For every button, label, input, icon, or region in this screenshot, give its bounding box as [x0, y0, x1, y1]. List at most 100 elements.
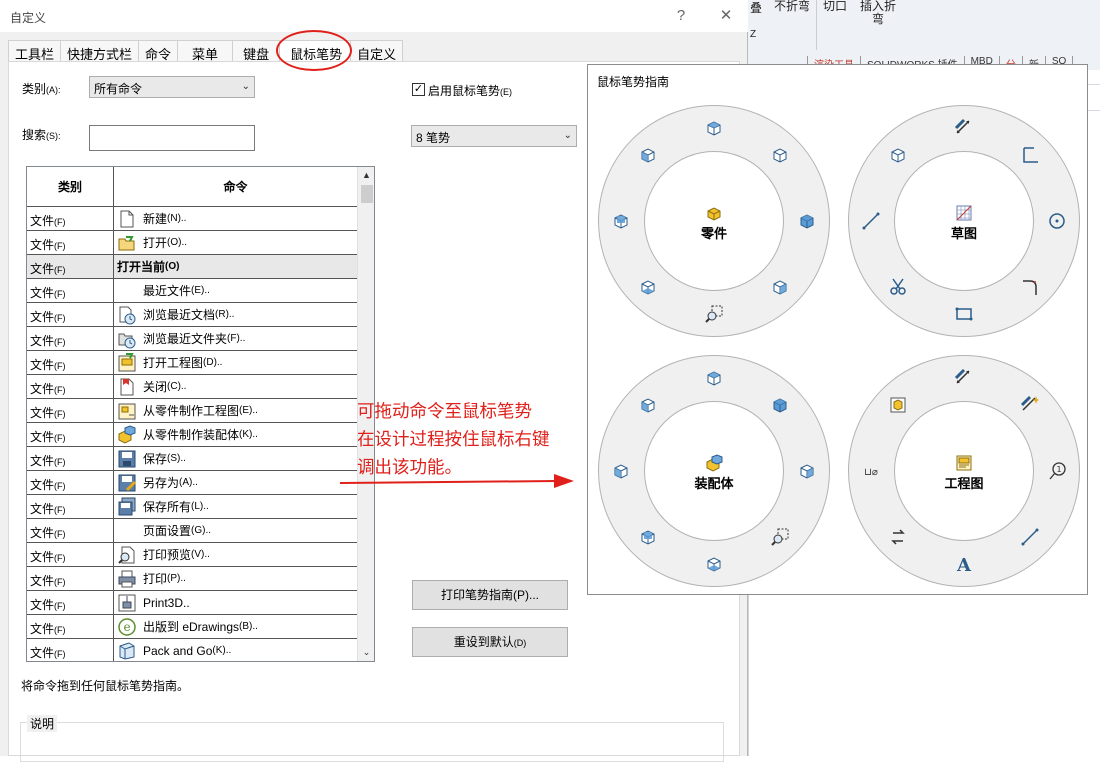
zoom-to-area-icon[interactable]	[704, 304, 724, 324]
command-cell[interactable]: Print3D..	[114, 591, 356, 614]
front-view-icon[interactable]	[638, 395, 658, 415]
table-row[interactable]: 文件(F) 页面设置 (G)..	[27, 519, 357, 543]
command-cell[interactable]: 保存所有 (L)..	[114, 495, 356, 518]
table-row[interactable]: 文件(F) 打开当前 (O)	[27, 255, 357, 279]
command-cell[interactable]: 浏览最近文档 (R)..	[114, 303, 356, 326]
tab-customization[interactable]: 自定义	[350, 40, 404, 62]
table-row[interactable]: 文件(F) 从零件制作工程图 (E)..	[27, 399, 357, 423]
tab-shortcut-bars[interactable]: 快捷方式栏	[60, 40, 140, 62]
print-gesture-guide-button[interactable]: 打印笔势指南(P)...	[412, 580, 568, 610]
command-cell[interactable]: 关闭 (C)..	[114, 375, 356, 398]
table-row[interactable]: 文件(F) 浏览最近文件夹 (F)..	[27, 327, 357, 351]
table-row[interactable]: 文件(F) 新建 (N)..	[27, 207, 357, 231]
table-row[interactable]: 文件(F) 从零件制作装配体 (K)..	[27, 423, 357, 447]
command-cell[interactable]: 最近文件 (E)..	[114, 279, 356, 302]
zoom-to-area-icon[interactable]	[770, 527, 790, 547]
rectangle-icon[interactable]	[954, 304, 974, 324]
table-row[interactable]: 文件(F) 打印 (P)..	[27, 567, 357, 591]
tab-menus[interactable]: 菜单	[177, 40, 234, 62]
left-view-icon[interactable]	[611, 461, 631, 481]
gesture-count-select[interactable]: 8 笔势 ⌄	[411, 125, 577, 147]
auto-dimension-icon[interactable]	[1020, 395, 1040, 415]
command-cell[interactable]: 打印预览 (V)..	[114, 543, 356, 566]
search-input[interactable]	[89, 125, 255, 151]
table-row[interactable]: 文件(F) 浏览最近文档 (R)..	[27, 303, 357, 327]
commands-table[interactable]: 类别 命令 文件(F) 新建 (N).. 文件(F) 打开 (O).. 文件(F) 打开当前(…	[26, 166, 375, 662]
line-icon[interactable]	[1020, 527, 1040, 547]
bottom-view-icon[interactable]	[704, 554, 724, 574]
table-row[interactable]: 文件(F) Pack and Go (K)..	[27, 639, 357, 661]
rip-button[interactable]: 切口	[820, 0, 850, 13]
table-row[interactable]: 文件(F) 关闭 (C)..	[27, 375, 357, 399]
table-row[interactable]: 文件(F) 打开工程图 (D)..	[27, 351, 357, 375]
rotate-view-icon[interactable]	[888, 527, 908, 547]
command-cell[interactable]: 从零件制作工程图 (E)..	[114, 399, 356, 422]
right-view-icon[interactable]	[797, 461, 817, 481]
column-header-category[interactable]: 类别	[27, 167, 114, 207]
command-cell[interactable]: 页面设置 (G)..	[114, 519, 356, 542]
annotation-text-icon[interactable]: A	[954, 554, 974, 576]
fillet-icon[interactable]	[1020, 277, 1040, 297]
table-row[interactable]: 文件(F) 另存为 (A)..	[27, 471, 357, 495]
gesture-wheel-drawing[interactable]: 工程图 1 A ⊔⌀	[848, 355, 1080, 587]
table-row[interactable]: 文件(F) Print3D..	[27, 591, 357, 615]
column-header-command[interactable]: 命令	[114, 167, 357, 207]
insert-bends-button[interactable]: 插入折 弯	[856, 0, 900, 26]
top-view-icon[interactable]	[704, 368, 724, 388]
command-cell[interactable]: 打开 (O)..	[114, 231, 356, 254]
category-text: 文件	[30, 502, 55, 516]
shaded-view-icon[interactable]	[770, 395, 790, 415]
scroll-up-icon[interactable]: ▲	[358, 167, 374, 184]
shaded-view-icon[interactable]	[797, 211, 817, 231]
tab-keyboard[interactable]: 键盘	[232, 40, 281, 62]
help-button[interactable]: ?	[670, 6, 692, 26]
scroll-thumb[interactable]	[361, 185, 373, 203]
table-row[interactable]: 文件(F) 打开 (O)..	[27, 231, 357, 255]
enable-gestures-checkbox[interactable]: ✓	[412, 83, 425, 96]
corner-rectangle-icon[interactable]	[1020, 145, 1040, 165]
trim-icon[interactable]	[888, 277, 908, 297]
command-cell[interactable]: 打印 (P)..	[114, 567, 356, 590]
command-cell[interactable]: Pack and Go (K)..	[114, 639, 356, 661]
diameter-icon[interactable]: ⊔⌀	[861, 461, 881, 481]
gesture-wheel-sketch[interactable]: 草图	[848, 105, 1080, 337]
close-button[interactable]: ✕	[715, 6, 737, 26]
table-row[interactable]: 文件(F) e 出版到 eDrawings (B)..	[27, 615, 357, 639]
tab-commands[interactable]: 命令	[138, 40, 179, 62]
table-row[interactable]: 文件(F) 最近文件 (E)..	[27, 279, 357, 303]
back-view-icon[interactable]	[638, 527, 658, 547]
left-view-icon[interactable]	[638, 145, 658, 165]
table-row[interactable]: 文件(F) 保存 (S)..	[27, 447, 357, 471]
title-bar[interactable]: 自定义 ? ✕	[0, 0, 748, 32]
smart-dimension-icon[interactable]	[954, 118, 974, 138]
reset-defaults-button[interactable]: 重设到默认(D)	[412, 627, 568, 657]
command-cell[interactable]: 另存为 (A)..	[114, 471, 356, 494]
smart-dimension-icon[interactable]	[954, 368, 974, 388]
model-view-icon[interactable]	[888, 395, 908, 415]
command-cell[interactable]: 保存 (S)..	[114, 447, 356, 470]
bottom-view-icon[interactable]	[638, 277, 658, 297]
right-view-icon[interactable]	[770, 277, 790, 297]
command-cell[interactable]: e 出版到 eDrawings (B)..	[114, 615, 356, 638]
table-row[interactable]: 文件(F) 保存所有 (L)..	[27, 495, 357, 519]
scroll-down-icon[interactable]: ⌄	[358, 644, 374, 661]
table-row[interactable]: 文件(F) 打印预览 (V)..	[27, 543, 357, 567]
command-cell[interactable]: 打开工程图 (D)..	[114, 351, 356, 374]
command-cell[interactable]: 新建 (N)..	[114, 207, 356, 230]
line-icon[interactable]	[861, 211, 881, 231]
circle-icon[interactable]	[1047, 211, 1067, 231]
top-view-icon[interactable]	[704, 118, 724, 138]
isometric-view-icon[interactable]	[770, 145, 790, 165]
command-cell[interactable]: 打开当前 (O)	[114, 255, 356, 278]
gesture-wheel-part[interactable]: 零件	[598, 105, 830, 337]
command-cell[interactable]: 浏览最近文件夹 (F)..	[114, 327, 356, 350]
isometric-view-icon[interactable]	[888, 145, 908, 165]
category-select[interactable]: 所有命令 ⌄	[89, 76, 255, 98]
balloon-icon[interactable]: 1	[1047, 461, 1067, 481]
tab-toolbars[interactable]: 工具栏	[8, 40, 62, 62]
unfold-button[interactable]: 不折弯	[770, 0, 814, 13]
command-cell[interactable]: 从零件制作装配体 (K)..	[114, 423, 356, 446]
category-text: 文件	[30, 406, 55, 420]
back-view-icon[interactable]	[611, 211, 631, 231]
gesture-wheel-assembly[interactable]: 装配体	[598, 355, 830, 587]
